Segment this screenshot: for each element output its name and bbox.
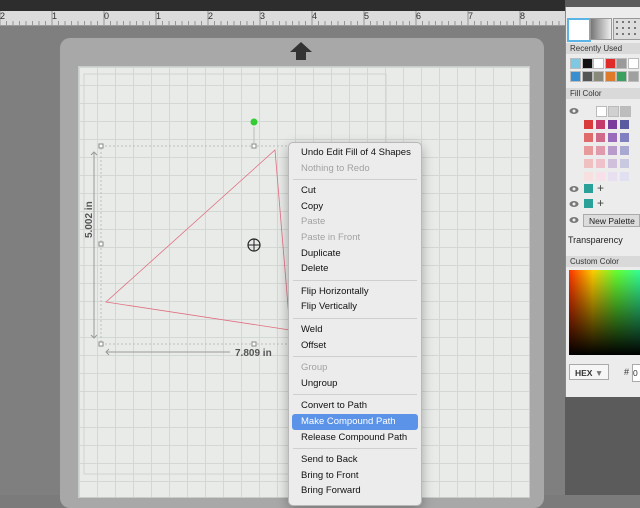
recently-used-label: Recently Used (566, 43, 640, 54)
menu-item-offset[interactable]: Offset (292, 338, 418, 354)
menu-item-ungroup[interactable]: Ungroup (292, 376, 418, 392)
fill-color-swatch[interactable] (584, 133, 593, 142)
menu-item-bring-forward[interactable]: Bring Forward (292, 483, 418, 499)
fill-color-swatch[interactable] (596, 159, 605, 168)
rotate-handle-icon[interactable] (250, 118, 258, 126)
menu-separator (293, 279, 417, 281)
menu-item-release-compound-path[interactable]: Release Compound Path (292, 430, 418, 446)
menu-item-paste-in-front: Paste in Front (301, 231, 361, 243)
menu-separator (293, 448, 417, 450)
chevron-down-icon: ▼ (594, 368, 604, 378)
fill-color-swatch[interactable] (596, 133, 605, 142)
recent-color-swatch[interactable] (570, 58, 581, 69)
recent-color-swatch[interactable] (616, 58, 627, 69)
eye-icon[interactable] (569, 184, 579, 194)
hex-prefix: # (624, 367, 630, 377)
selection-box (100, 145, 290, 345)
recent-color-swatch[interactable] (570, 71, 581, 82)
menu-item-convert-to-path[interactable]: Convert to Path (292, 398, 418, 414)
solid-fill-tab[interactable] (567, 18, 591, 42)
menu-item-make-compound-path[interactable]: Make Compound Path (292, 413, 418, 430)
fill-color-swatch[interactable] (596, 146, 605, 155)
fill-color-swatch[interactable] (596, 120, 605, 129)
fill-color-swatch[interactable] (620, 106, 631, 117)
menu-separator (293, 394, 417, 396)
hex-input[interactable]: 0 (632, 364, 640, 382)
resize-handle[interactable] (251, 341, 257, 347)
add-color-icon[interactable]: + (597, 181, 604, 195)
fill-color-swatch[interactable] (584, 120, 593, 129)
recent-color-swatch[interactable] (593, 58, 604, 69)
add-color-icon[interactable]: + (597, 196, 604, 210)
recent-color-swatch[interactable] (593, 71, 604, 82)
fill-color-swatch[interactable] (620, 120, 629, 129)
fill-color-swatch[interactable] (608, 172, 617, 181)
custom-color-label: Custom Color (566, 256, 640, 267)
menu-item-send-to-back[interactable]: Send to Back (292, 452, 418, 468)
fill-color-swatch[interactable] (608, 159, 617, 168)
fill-color-swatch[interactable] (608, 120, 617, 129)
gradient-fill-tab[interactable] (590, 18, 612, 40)
recent-color-swatch[interactable] (616, 71, 627, 82)
triangle-shape[interactable] (105, 149, 291, 331)
recent-color-swatch[interactable] (627, 71, 639, 82)
transparency-label: Transparency (568, 235, 623, 245)
menu-item-group: Group (301, 362, 328, 374)
fill-color-swatch[interactable] (620, 172, 629, 181)
fill-color-swatch[interactable] (608, 146, 617, 155)
fill-type-tabs (565, 18, 640, 42)
resize-handle[interactable] (98, 341, 104, 347)
recent-color-swatch[interactable] (581, 58, 593, 69)
menu-item-weld[interactable]: Weld (292, 322, 418, 338)
fill-color-swatch[interactable] (608, 133, 617, 142)
resize-handle[interactable] (98, 143, 104, 149)
fill-color-swatch[interactable] (596, 172, 605, 181)
fill-color-swatch[interactable] (596, 106, 607, 117)
fill-color-swatch[interactable] (620, 146, 629, 155)
fill-color-swatch[interactable] (620, 159, 629, 168)
resize-handle[interactable] (98, 241, 104, 247)
color-picker-field[interactable] (569, 270, 640, 355)
menu-separator (293, 317, 417, 319)
menu-item-delete[interactable]: Delete (292, 261, 418, 277)
menu-item-bring-to-front[interactable]: Bring to Front (292, 468, 418, 484)
design-canvas[interactable] (0, 0, 565, 495)
fill-color-swatch[interactable] (608, 106, 619, 117)
recent-color-swatch[interactable] (604, 58, 616, 69)
menu-item-paste: Paste (301, 216, 326, 228)
fill-color-swatch[interactable] (620, 133, 629, 142)
custom-color-swatch[interactable] (584, 184, 593, 193)
fill-color-swatch[interactable] (584, 172, 593, 181)
resize-handle[interactable] (251, 143, 257, 149)
color-mode-value: HEX (575, 368, 593, 378)
fill-color-label: Fill Color (566, 88, 640, 99)
pattern-fill-tab[interactable] (613, 18, 640, 40)
recent-color-swatch[interactable] (627, 58, 639, 69)
custom-color-swatch[interactable] (584, 199, 593, 208)
height-dimension-label: 5.002 in (84, 201, 95, 238)
new-palette-button[interactable]: New Palette (583, 214, 640, 227)
eye-icon[interactable] (569, 199, 579, 209)
context-menu: Undo Edit Fill of 4 Shapes Nothing to Red… (288, 142, 422, 506)
width-dimension-label: 7.809 in (235, 348, 272, 359)
eye-icon[interactable] (569, 106, 579, 116)
recent-color-swatch[interactable] (604, 71, 616, 82)
menu-item-nothing-to-redo: Nothing to Redo (301, 162, 370, 174)
fill-color-swatch[interactable] (584, 159, 593, 168)
menu-separator (293, 356, 417, 358)
menu-item-cut[interactable]: Cut (292, 183, 418, 199)
menu-item-copy[interactable]: Copy (292, 199, 418, 215)
menu-item-undo-edit-fill-of-4-shapes[interactable]: Undo Edit Fill of 4 Shapes (292, 145, 418, 161)
menu-item-duplicate[interactable]: Duplicate (292, 246, 418, 262)
color-mode-select[interactable]: HEX ▼ (569, 364, 609, 380)
recent-color-swatch[interactable] (581, 71, 593, 82)
menu-separator (293, 179, 417, 181)
fill-color-swatch[interactable] (584, 146, 593, 155)
menu-item-flip-horizontally[interactable]: Flip Horizontally (292, 284, 418, 300)
menu-item-flip-vertically[interactable]: Flip Vertically (292, 299, 418, 315)
eye-icon[interactable] (569, 215, 579, 225)
